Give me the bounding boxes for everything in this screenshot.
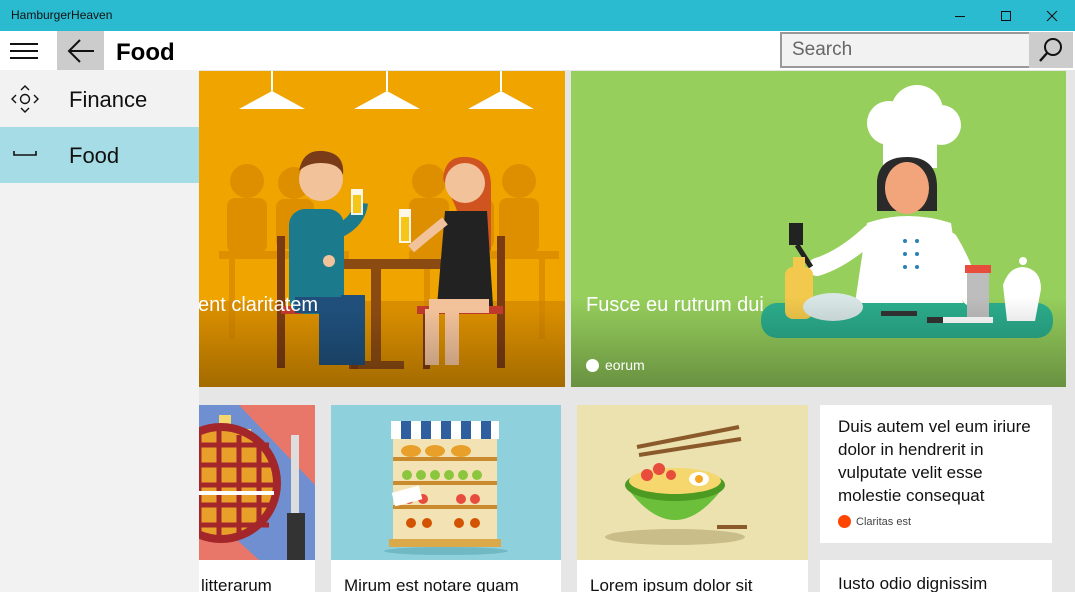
article-tile[interactable]: Iusto odio dignissim	[820, 560, 1052, 592]
search-button[interactable]	[1029, 32, 1073, 68]
noodle-bowl-illustration	[577, 405, 808, 560]
text-article-card[interactable]: Duis autem vel eum iriure dolor in hendr…	[820, 405, 1052, 543]
article-tile[interactable]: litterarum	[199, 405, 315, 592]
nav-item-label: Finance	[69, 87, 148, 112]
text-card-source: Claritas est	[856, 515, 912, 528]
close-icon	[1046, 10, 1058, 21]
hero-meta: eorum	[586, 357, 645, 373]
title-bar: HamburgerHeaven	[0, 0, 1075, 31]
text-card-meta: Claritas est	[838, 515, 911, 528]
content-area: ent claritatem Fusce eu rutrum dui eorum…	[199, 70, 1075, 592]
tile-image	[199, 405, 315, 560]
article-tile[interactable]: Lorem ipsum dolor sit	[577, 405, 808, 592]
hamburger-button[interactable]	[0, 31, 47, 70]
minimize-icon	[955, 15, 965, 17]
tile-image	[577, 405, 808, 560]
tile-title: Mirum est notare quam	[344, 576, 519, 592]
hero-card-dining[interactable]: ent claritatem	[199, 71, 565, 387]
app-header: Food	[0, 31, 1075, 70]
hero-caption: ent claritatem	[199, 294, 319, 316]
maximize-icon	[1001, 10, 1011, 21]
market-stall-illustration	[331, 405, 561, 560]
dining-couple-illustration	[199, 71, 565, 387]
hero-caption: Fusce eu rutrum dui	[586, 294, 764, 316]
source-dot-icon	[838, 515, 851, 528]
back-arrow-icon	[67, 38, 94, 63]
page-title: Food	[116, 39, 175, 66]
tile-title: Iusto odio dignissim	[838, 574, 988, 592]
tile-title: litterarum	[201, 576, 272, 592]
back-button[interactable]	[57, 31, 104, 70]
nav-item-food[interactable]: Food	[0, 127, 199, 183]
hero-card-chef[interactable]: Fusce eu rutrum dui eorum	[571, 71, 1066, 387]
finance-icon	[11, 85, 39, 113]
close-button[interactable]	[1029, 0, 1075, 31]
chef-illustration	[571, 71, 1066, 387]
source-dot-icon	[586, 358, 599, 372]
maximize-button[interactable]	[983, 0, 1029, 31]
tile-title: Lorem ipsum dolor sit	[590, 576, 753, 592]
navigation-pane: Finance Food	[0, 70, 199, 592]
pie-illustration	[199, 405, 315, 560]
food-icon	[11, 141, 39, 169]
search-box[interactable]	[780, 32, 1029, 68]
nav-item-finance[interactable]: Finance	[0, 71, 199, 127]
hero-meta-label: eorum	[605, 357, 645, 373]
tile-image	[331, 405, 561, 560]
article-tile[interactable]: Mirum est notare quam	[331, 405, 561, 592]
nav-item-label: Food	[69, 143, 120, 168]
app-title: HamburgerHeaven	[11, 8, 113, 22]
text-card-body: Duis autem vel eum iriure dolor in hendr…	[838, 417, 1031, 505]
hamburger-icon	[9, 42, 38, 59]
search-input[interactable]	[782, 34, 1029, 66]
minimize-button[interactable]	[937, 0, 983, 31]
search-icon	[1039, 38, 1062, 62]
